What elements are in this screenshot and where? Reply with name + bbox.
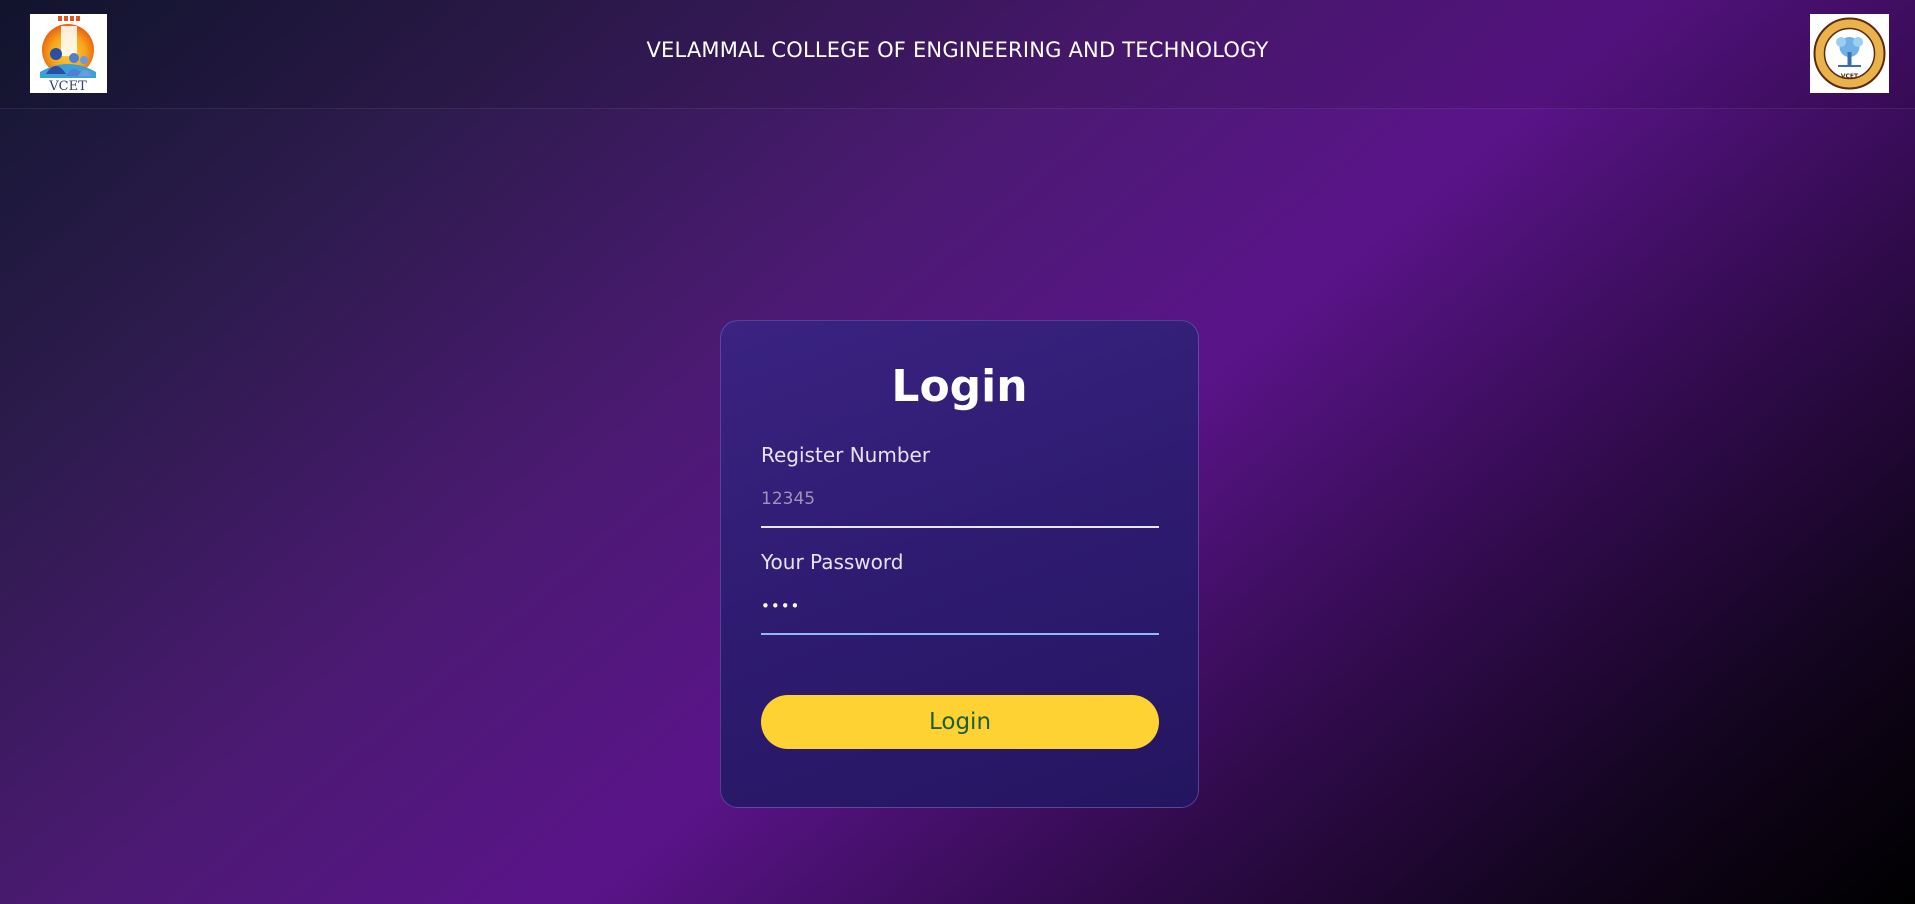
page-title: VELAMMAL COLLEGE OF ENGINEERING AND TECH… [646,38,1269,62]
login-heading: Login [891,361,1028,412]
svg-text:VCET: VCET [48,79,87,93]
login-button[interactable]: Login [761,695,1159,749]
password-label: Your Password [761,550,904,574]
register-number-underline [761,526,1159,528]
department-seal: VCET [1810,14,1889,93]
svg-text:VCET: VCET [1841,73,1859,80]
login-card: Login Register Number Your Password Logi… [720,320,1199,808]
register-number-input[interactable] [761,479,1159,519]
header-bar: VCET VELAMMAL COLLEGE OF ENGINEERING AND… [0,0,1915,109]
password-underline [761,633,1159,635]
department-seal-icon: VCET [1810,14,1889,93]
password-input[interactable] [761,586,1159,626]
register-number-label: Register Number [761,443,931,467]
